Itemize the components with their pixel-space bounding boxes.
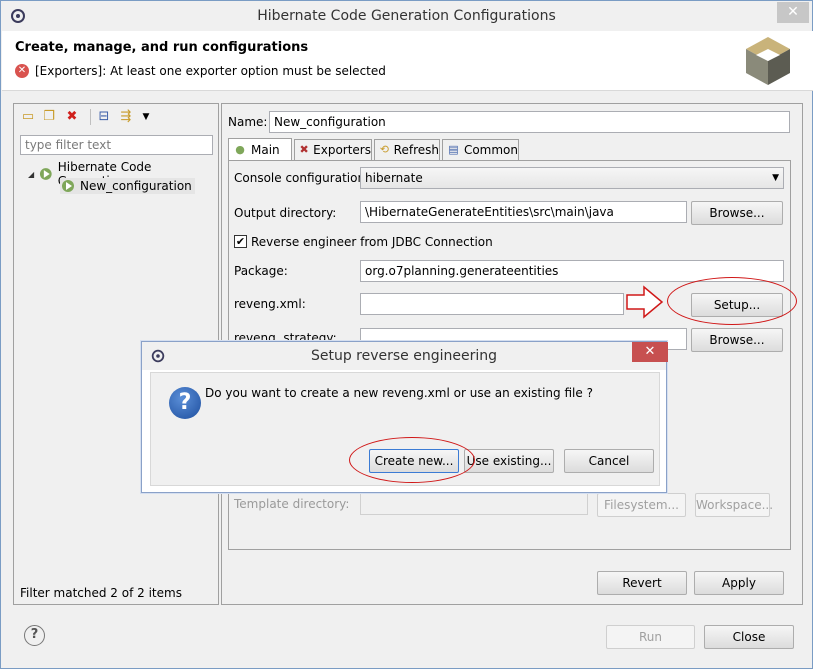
name-label: Name: bbox=[228, 115, 268, 129]
tab-label: Common bbox=[463, 142, 518, 157]
tab-common[interactable]: ▤ Common bbox=[442, 139, 519, 160]
tab-main[interactable]: ● Main bbox=[228, 138, 292, 161]
header-title: Create, manage, and run configurations bbox=[15, 40, 309, 55]
error-text: [Exporters]: At least one exporter optio… bbox=[35, 64, 386, 78]
filesystem-button[interactable]: Filesystem... bbox=[597, 493, 686, 517]
common-tab-icon: ▤ bbox=[448, 143, 459, 156]
refresh-tab-icon: ⟲ bbox=[379, 143, 389, 156]
reveng-xml-label: reveng.xml: bbox=[234, 297, 306, 311]
dialog-title-bar: Setup reverse engineering ✕ bbox=[142, 342, 668, 370]
create-new-highlight-ellipse bbox=[349, 437, 475, 483]
tab-refresh[interactable]: ⟲ Refresh bbox=[374, 139, 440, 160]
apply-button[interactable]: Apply bbox=[694, 571, 784, 595]
close-icon: ✕ bbox=[787, 4, 799, 20]
reverse-engineer-label: Reverse engineer from JDBC Connection bbox=[251, 235, 493, 249]
output-dir-label: Output directory: bbox=[234, 206, 337, 220]
red-arrow-annotation bbox=[626, 285, 664, 319]
filter-icon[interactable]: ⇶ bbox=[118, 109, 134, 125]
error-icon: ✕ bbox=[15, 64, 29, 78]
filter-input[interactable]: type filter text bbox=[20, 135, 213, 155]
delete-icon[interactable]: ✖ bbox=[64, 109, 80, 125]
tab-label: Exporters bbox=[313, 142, 371, 157]
window-close-button[interactable]: ✕ bbox=[777, 2, 809, 23]
package-label: Package: bbox=[234, 264, 288, 278]
reverse-engineer-checkbox[interactable]: ✔ bbox=[234, 235, 247, 248]
setup-reverse-engineering-dialog: Setup reverse engineering ✕ ? Do you wan… bbox=[141, 341, 668, 493]
revert-button[interactable]: Revert bbox=[597, 571, 687, 595]
new-launch-config-icon[interactable]: ▭ bbox=[20, 109, 36, 125]
exporters-tab-icon: ✖ bbox=[299, 143, 309, 156]
duplicate-icon[interactable]: ❐ bbox=[41, 109, 57, 125]
filter-status: Filter matched 2 of 2 items bbox=[20, 586, 182, 600]
question-icon: ? bbox=[169, 387, 201, 419]
title-bar: Hibernate Code Generation Configurations… bbox=[1, 1, 812, 31]
strategy-browse-button[interactable]: Browse... bbox=[691, 328, 783, 352]
hibernate-launch-icon bbox=[40, 168, 52, 180]
toolbar-separator bbox=[90, 109, 91, 125]
tree-item-label: New_configuration bbox=[80, 179, 192, 193]
dialog-message: Do you want to create a new reveng.xml o… bbox=[205, 386, 593, 400]
run-button[interactable]: Run bbox=[606, 625, 695, 649]
close-icon: ✕ bbox=[644, 344, 656, 359]
help-icon[interactable]: ? bbox=[24, 625, 45, 646]
main-tab-icon: ● bbox=[235, 143, 245, 156]
use-existing-button[interactable]: Use existing... bbox=[464, 449, 554, 473]
window-title: Hibernate Code Generation Configurations bbox=[257, 8, 556, 24]
reveng-xml-input[interactable] bbox=[360, 293, 624, 315]
error-message-row: ✕ [Exporters]: At least one exporter opt… bbox=[15, 64, 386, 78]
tab-label: Main bbox=[251, 142, 280, 157]
name-input[interactable]: New_configuration bbox=[269, 111, 790, 133]
workspace-button[interactable]: Workspace... bbox=[695, 493, 773, 517]
output-browse-button[interactable]: Browse... bbox=[691, 201, 783, 225]
tree-item-new-configuration[interactable]: New_configuration bbox=[60, 178, 195, 194]
template-dir-label: Template directory: bbox=[234, 497, 350, 511]
dropdown-icon[interactable]: ▼ bbox=[138, 109, 154, 125]
cancel-button[interactable]: Cancel bbox=[564, 449, 654, 473]
close-button[interactable]: Close bbox=[704, 625, 794, 649]
tab-label: Refresh bbox=[393, 142, 439, 157]
header-banner: Create, manage, and run configurations ✕… bbox=[2, 31, 813, 91]
template-dir-input[interactable] bbox=[360, 493, 588, 515]
dialog-close-button[interactable]: ✕ bbox=[632, 342, 668, 362]
expand-arrow-icon[interactable]: ◢ bbox=[28, 170, 34, 179]
collapse-all-icon[interactable]: ⊟ bbox=[96, 109, 112, 125]
tab-exporters[interactable]: ✖ Exporters bbox=[294, 139, 372, 160]
console-config-select[interactable]: hibernate ▼ bbox=[360, 167, 784, 189]
hibernate-config-icon bbox=[62, 180, 74, 192]
output-dir-input[interactable]: \HibernateGenerateEntities\src\main\java bbox=[360, 201, 687, 223]
console-config-value: hibernate bbox=[365, 171, 423, 185]
main-window: Hibernate Code Generation Configurations… bbox=[0, 0, 813, 669]
dialog-body: ? Do you want to create a new reveng.xml… bbox=[150, 372, 660, 486]
setup-highlight-ellipse bbox=[667, 277, 797, 325]
chevron-down-icon: ▼ bbox=[772, 173, 779, 183]
console-config-label: Console configuration: bbox=[234, 171, 370, 185]
hibernate-logo-icon bbox=[746, 37, 790, 85]
dialog-title: Setup reverse engineering bbox=[310, 348, 498, 364]
